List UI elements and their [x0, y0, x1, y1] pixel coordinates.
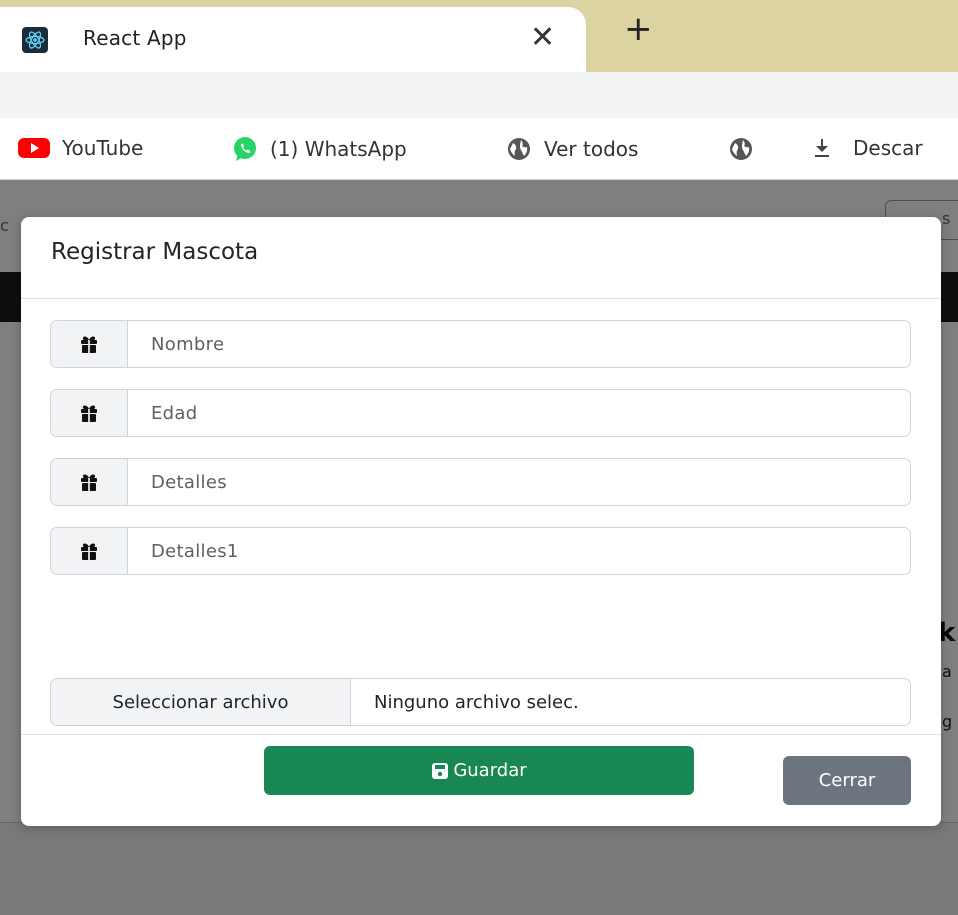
bookmark-whatsapp[interactable]: (1) WhatsApp — [232, 136, 407, 162]
modal-header: Registrar Mascota — [21, 217, 941, 299]
details-input[interactable] — [128, 459, 910, 505]
browser-tab[interactable]: React App ✕ — [0, 7, 586, 72]
name-input[interactable] — [128, 321, 910, 367]
age-input[interactable] — [128, 390, 910, 436]
details-input-group — [50, 458, 911, 506]
gift-icon — [51, 528, 128, 574]
youtube-icon — [18, 137, 50, 159]
tab-title: React App — [83, 26, 187, 50]
modal-footer: Cerrar — [21, 735, 941, 825]
name-input-group — [50, 320, 911, 368]
bookmark-ver-todos[interactable]: Ver todos — [506, 136, 638, 162]
bookmark-label: (1) WhatsApp — [270, 137, 407, 161]
browser-tabstrip: React App ✕ + — [0, 0, 958, 72]
tab-close-icon[interactable]: ✕ — [530, 23, 555, 53]
bookmark-label: Descar — [853, 136, 923, 160]
choose-file-button[interactable]: Seleccionar archivo — [51, 679, 351, 725]
bookmark-label: Ver todos — [544, 137, 639, 161]
age-input-group — [50, 389, 911, 437]
modal-body: Seleccionar archivo Ninguno archivo selec… — [21, 299, 941, 795]
register-pet-modal: Registrar Mascota Seleccionar archivo Nin… — [21, 217, 941, 826]
download-icon — [813, 137, 831, 159]
bookmark-label: YouTube — [62, 136, 144, 160]
gift-icon — [51, 390, 128, 436]
bookmark-youtube[interactable]: YouTube — [18, 136, 143, 160]
gift-icon — [51, 459, 128, 505]
close-button[interactable]: Cerrar — [783, 756, 911, 805]
react-logo-icon — [22, 27, 48, 53]
gift-icon — [51, 321, 128, 367]
address-bar[interactable] — [0, 72, 958, 118]
bookmark-downloads[interactable]: Descar — [813, 136, 923, 160]
bookmarks-bar: YouTube (1) WhatsApp Ver todos Descar — [0, 118, 958, 180]
modal-title: Registrar Mascota — [51, 239, 259, 265]
bookmark-globe[interactable] — [728, 136, 766, 162]
file-input[interactable]: Seleccionar archivo Ninguno archivo selec… — [50, 678, 911, 726]
new-tab-icon[interactable]: + — [624, 12, 653, 46]
file-status-text: Ninguno archivo selec. — [374, 691, 579, 713]
details1-input-group — [50, 527, 911, 575]
globe-icon — [506, 136, 532, 162]
globe-icon — [728, 136, 754, 162]
details1-input[interactable] — [128, 528, 910, 574]
whatsapp-icon — [232, 136, 258, 162]
